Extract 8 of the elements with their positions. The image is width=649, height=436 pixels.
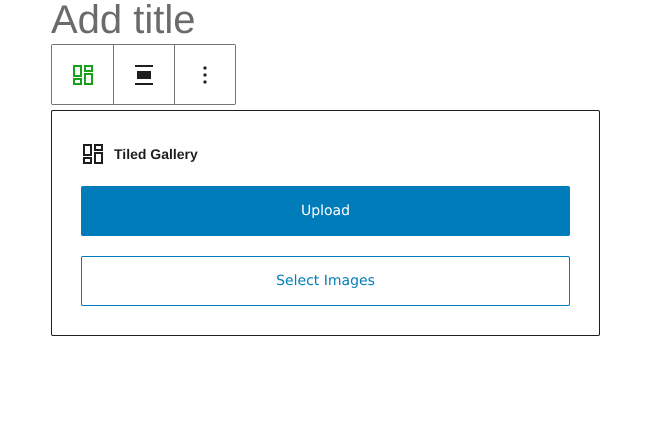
gallery-icon: [70, 62, 94, 86]
gallery-icon: [81, 142, 105, 166]
select-images-button[interactable]: Select Images: [81, 256, 570, 306]
block-name: Tiled Gallery: [114, 146, 198, 162]
upload-button[interactable]: Upload: [81, 186, 570, 236]
align-icon: [134, 64, 154, 86]
title-placeholder[interactable]: Add title: [51, 0, 196, 40]
more-icon: [203, 66, 207, 84]
